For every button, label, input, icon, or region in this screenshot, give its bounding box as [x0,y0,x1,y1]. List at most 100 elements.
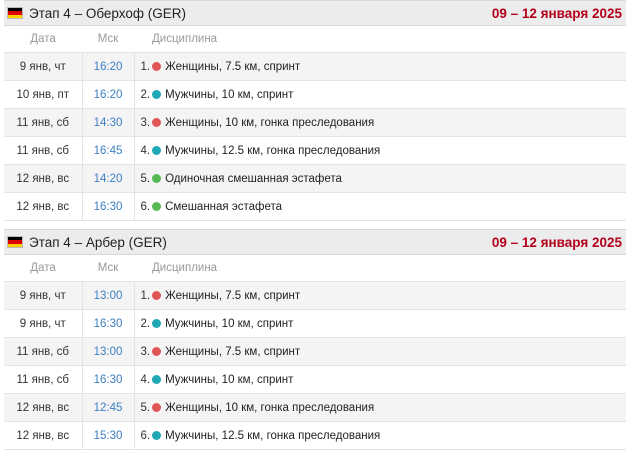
race-date: 11 янв, сб [4,108,82,137]
table-row[interactable]: 9 янв, чт 16:30 2. Мужчины, 10 км, спринт [4,309,626,338]
table-row[interactable]: 11 янв, сб 13:00 3. Женщины, 7.5 км, спри… [4,337,626,366]
race-discipline-cell: 3. Женщины, 7.5 км, спринт [134,337,626,366]
green-category-dot-icon [152,173,162,183]
race-number: 1. [140,60,151,73]
race-date: 11 янв, сб [4,365,82,394]
race-discipline-cell: 6. Смешанная эстафета [134,192,626,221]
table-row[interactable]: 11 янв, сб 16:45 4. Мужчины, 12.5 км, гон… [4,136,626,165]
race-time: 16:30 [81,365,135,394]
teal-category-dot-icon [152,374,162,384]
race-discipline-cell: 5. Одиночная смешанная эстафета [134,164,626,193]
race-number: 3. [140,116,151,129]
race-discipline-link[interactable]: Мужчины, 10 км, спринт [165,374,293,386]
race-discipline-link[interactable]: Женщины, 7.5 км, спринт [165,290,300,302]
race-time: 13:00 [81,337,135,366]
germany-flag-icon [7,7,23,19]
red-category-dot-icon [152,290,162,300]
table-row[interactable]: 10 янв, пт 16:20 2. Мужчины, 10 км, сприн… [4,80,626,109]
race-date: 10 янв, пт [4,80,82,109]
race-date: 12 янв, вс [4,421,82,450]
table-row[interactable]: 12 янв, вс 12:45 5. Женщины, 10 км, гонка… [4,393,626,422]
germany-flag-icon [7,236,23,248]
teal-category-dot-icon [152,318,162,328]
stage-heading: Этап 4 – Арбер (GER) [7,235,167,250]
race-date: 9 янв, чт [4,309,82,338]
stage-heading: Этап 4 – Оберхоф (GER) [7,6,186,21]
race-time: 14:20 [81,164,135,193]
race-number: 6. [140,429,151,442]
table-row[interactable]: 11 янв, сб 16:30 4. Мужчины, 10 км, сприн… [4,365,626,394]
race-time: 13:00 [81,281,135,310]
table-row[interactable]: 11 янв, сб 14:30 3. Женщины, 10 км, гонка… [4,108,626,137]
race-discipline-link[interactable]: Мужчины, 12.5 км, гонка преследования [165,145,380,157]
race-discipline-cell: 2. Мужчины, 10 км, спринт [134,80,626,109]
column-header-time: Мск [97,262,119,274]
table-header-row: Дата Мск Дисциплина [4,255,626,282]
race-discipline-link[interactable]: Женщины, 10 км, гонка преследования [165,402,374,414]
race-number: 4. [140,373,151,386]
race-time: 16:20 [81,52,135,81]
race-date: 12 янв, вс [4,164,82,193]
table-row[interactable]: 9 янв, чт 13:00 1. Женщины, 7.5 км, сприн… [4,281,626,310]
race-discipline-link[interactable]: Смешанная эстафета [165,201,282,213]
race-time: 16:30 [81,192,135,221]
race-number: 1. [140,289,151,302]
stage-header: Этап 4 – Оберхоф (GER) 09 – 12 января 20… [4,0,626,26]
race-date: 11 янв, сб [4,136,82,165]
race-time: 16:30 [81,309,135,338]
race-discipline-link[interactable]: Женщины, 7.5 км, спринт [165,346,300,358]
red-category-dot-icon [152,117,162,127]
race-date: 12 янв, вс [4,393,82,422]
race-discipline-link[interactable]: Мужчины, 10 км, спринт [165,89,293,101]
race-time: 14:30 [81,108,135,137]
column-header-date: Дата [30,262,56,274]
column-header-date: Дата [30,33,56,45]
race-time: 16:20 [81,80,135,109]
race-discipline-link[interactable]: Мужчины, 10 км, спринт [165,318,293,330]
race-discipline-cell: 6. Мужчины, 12.5 км, гонка преследования [134,421,626,450]
stage-dates: 09 – 12 января 2025 [491,234,622,250]
race-number: 6. [140,200,151,213]
race-number: 2. [140,317,151,330]
race-discipline-cell: 2. Мужчины, 10 км, спринт [134,309,626,338]
race-discipline-cell: 5. Женщины, 10 км, гонка преследования [134,393,626,422]
column-header-time: Мск [97,33,119,45]
column-header-discipline: Дисциплина [152,262,218,274]
red-category-dot-icon [152,61,162,71]
race-discipline-link[interactable]: Мужчины, 12.5 км, гонка преследования [165,430,380,442]
race-number: 3. [140,345,151,358]
race-time: 12:45 [81,393,135,422]
column-header-discipline: Дисциплина [152,33,218,45]
teal-category-dot-icon [152,430,162,440]
green-category-dot-icon [152,201,162,211]
race-time: 15:30 [81,421,135,450]
schedule-table: Дата Мск Дисциплина 9 янв, чт 16:20 1. Же… [4,26,626,221]
table-header-row: Дата Мск Дисциплина [4,26,626,53]
race-discipline-cell: 4. Мужчины, 12.5 км, гонка преследования [134,136,626,165]
schedule-table: Дата Мск Дисциплина 9 янв, чт 13:00 1. Же… [4,255,626,450]
table-row[interactable]: 9 янв, чт 16:20 1. Женщины, 7.5 км, сприн… [4,52,626,81]
race-number: 5. [140,172,151,185]
race-discipline-link[interactable]: Женщины, 10 км, гонка преследования [165,117,374,129]
teal-category-dot-icon [152,89,162,99]
red-category-dot-icon [152,346,162,356]
race-date: 11 янв, сб [4,337,82,366]
race-discipline-link[interactable]: Одиночная смешанная эстафета [165,173,342,185]
race-discipline-cell: 1. Женщины, 7.5 км, спринт [134,52,626,81]
race-discipline-cell: 1. Женщины, 7.5 км, спринт [134,281,626,310]
race-date: 12 янв, вс [4,192,82,221]
teal-category-dot-icon [152,145,162,155]
stage-title[interactable]: Этап 4 – Оберхоф (GER) [29,6,186,21]
race-date: 9 янв, чт [4,281,82,310]
table-row[interactable]: 12 янв, вс 16:30 6. Смешанная эстафета [4,192,626,221]
race-time: 16:45 [81,136,135,165]
stage-title[interactable]: Этап 4 – Арбер (GER) [29,235,167,250]
red-category-dot-icon [152,402,162,412]
race-discipline-cell: 3. Женщины, 10 км, гонка преследования [134,108,626,137]
race-discipline-link[interactable]: Женщины, 7.5 км, спринт [165,61,300,73]
table-row[interactable]: 12 янв, вс 15:30 6. Мужчины, 12.5 км, гон… [4,421,626,450]
table-row[interactable]: 12 янв, вс 14:20 5. Одиночная смешанная э… [4,164,626,193]
race-number: 2. [140,88,151,101]
stage-dates: 09 – 12 января 2025 [491,5,622,21]
race-number: 4. [140,144,151,157]
